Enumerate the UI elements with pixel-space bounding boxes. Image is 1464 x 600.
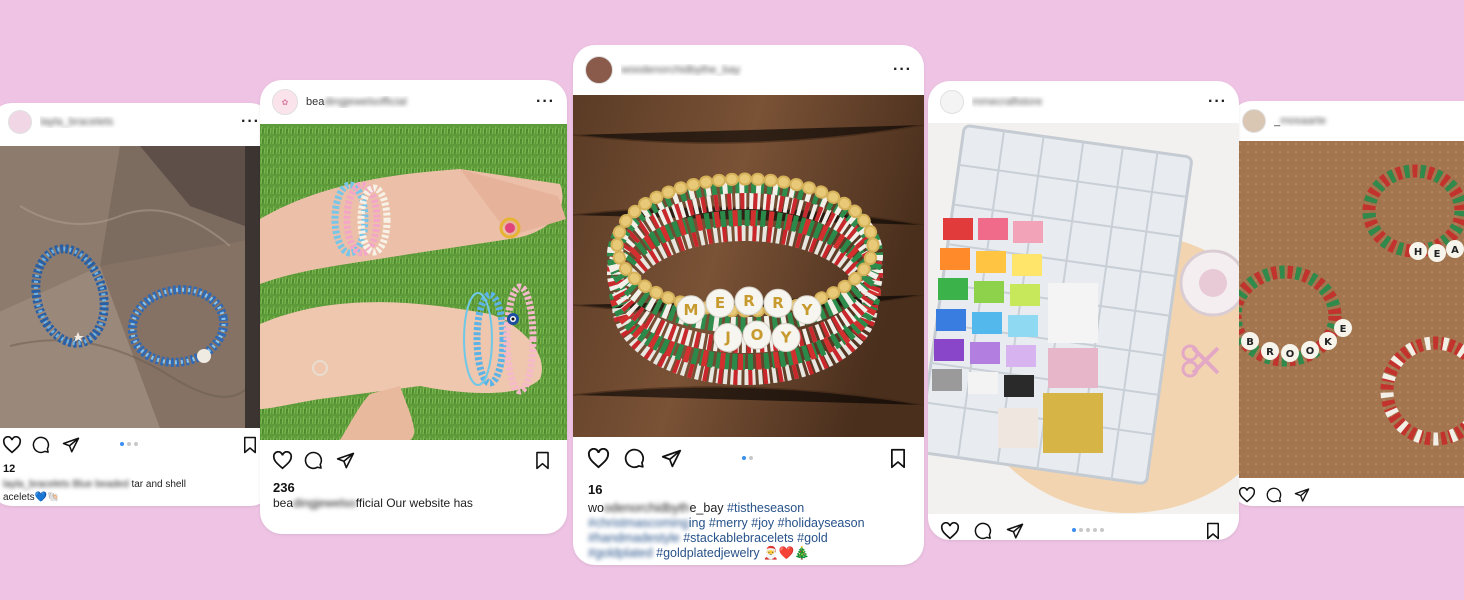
svg-text:O: O — [1306, 346, 1315, 357]
letter-bead: J — [713, 323, 743, 352]
comment-icon[interactable] — [304, 451, 323, 470]
heart-icon[interactable] — [2, 436, 22, 454]
post-card-1: layla_bracelets ··· 12 layla_bracelets B… — [0, 103, 272, 506]
letter-bead: E — [705, 288, 735, 318]
svg-text:E: E — [715, 294, 725, 312]
letter-bead: M — [676, 295, 706, 325]
comment-icon[interactable] — [1266, 487, 1282, 503]
carousel-indicator — [120, 442, 138, 446]
username[interactable]: _mosaarte — [1274, 115, 1464, 127]
letter-bead: R — [734, 286, 764, 316]
svg-text:J: J — [724, 329, 731, 347]
post-card-3: woodenorchidbythe_bay ··· M E R R Y J O … — [573, 45, 924, 565]
post-image[interactable] — [928, 123, 1239, 514]
post-actions — [573, 448, 924, 476]
post-header: mmecraftstore ··· — [928, 81, 1239, 123]
svg-text:E: E — [1434, 249, 1441, 260]
heart-icon[interactable] — [940, 522, 960, 540]
svg-text:O: O — [751, 326, 764, 344]
letter-bead: Y — [792, 295, 822, 325]
avatar[interactable]: ✿ — [272, 89, 298, 115]
post-actions — [928, 522, 1239, 540]
carousel-indicator — [1072, 528, 1104, 532]
post-header: layla_bracelets ··· — [0, 103, 272, 141]
post-image[interactable] — [0, 146, 272, 428]
share-icon[interactable] — [336, 451, 355, 470]
bookmark-icon[interactable] — [242, 436, 258, 454]
comment-icon[interactable] — [624, 448, 645, 469]
more-options-icon[interactable]: ··· — [241, 114, 260, 130]
svg-text:Y: Y — [801, 301, 814, 319]
username[interactable]: layla_bracelets — [40, 116, 241, 128]
post-card-4: mmecraftstore ··· — [928, 81, 1239, 540]
bookmark-icon[interactable] — [889, 448, 907, 469]
post-caption: woodenorchidbythe_bay #tistheseason #chr… — [588, 501, 865, 560]
bookmark-icon[interactable] — [1205, 522, 1221, 540]
more-options-icon[interactable]: ··· — [1208, 94, 1227, 110]
username[interactable]: mmecraftstore — [972, 96, 1208, 108]
avatar[interactable] — [1242, 109, 1266, 133]
post-header: ✿ beadingjewelsofficial ··· — [260, 80, 567, 124]
svg-text:M: M — [684, 301, 699, 319]
share-icon[interactable] — [1006, 522, 1024, 540]
brand-logo-icon: ✿ — [281, 97, 289, 107]
likes-count: 16 — [588, 482, 603, 497]
likes-count: 12 — [3, 463, 16, 475]
letter-bead: Y — [771, 323, 801, 352]
bookmark-icon[interactable] — [534, 451, 551, 470]
post-actions — [1230, 487, 1464, 506]
svg-text:A: A — [1451, 245, 1459, 256]
more-options-icon[interactable]: ··· — [536, 94, 555, 110]
username[interactable]: beadingjewelsofficial — [306, 96, 536, 108]
letter-bead: O — [742, 320, 772, 350]
svg-text:Y: Y — [780, 329, 793, 347]
avatar[interactable] — [940, 90, 964, 114]
post-caption: layla_bracelets Blue beaded tar and shel… — [3, 479, 186, 503]
post-actions — [0, 436, 272, 464]
heart-icon[interactable] — [1238, 487, 1256, 503]
comment-icon[interactable] — [974, 522, 992, 540]
svg-text:H: H — [1414, 247, 1422, 258]
post-image[interactable]: MERRY JOY — [573, 95, 924, 437]
svg-text:R: R — [772, 294, 784, 312]
share-icon[interactable] — [661, 448, 682, 469]
avatar[interactable] — [585, 56, 613, 84]
post-card-2: ✿ beadingjewelsofficial ··· 236 beadingj… — [260, 80, 567, 534]
post-header: woodenorchidbythe_bay ··· — [573, 45, 924, 95]
username[interactable]: woodenorchidbythe_bay — [621, 64, 893, 76]
carousel-indicator — [742, 456, 753, 460]
svg-text:O: O — [1286, 349, 1295, 360]
svg-text:E: E — [1340, 324, 1347, 335]
share-icon[interactable] — [1294, 487, 1310, 503]
svg-text:K: K — [1324, 337, 1333, 348]
heart-icon[interactable] — [272, 451, 293, 470]
post-image[interactable] — [260, 124, 567, 440]
likes-count: 236 — [273, 480, 295, 495]
heart-icon[interactable] — [587, 448, 610, 469]
share-icon[interactable] — [62, 436, 80, 454]
post-header: _mosaarte — [1230, 101, 1464, 141]
letter-bead: R — [763, 288, 793, 318]
svg-text:R: R — [743, 292, 755, 310]
post-actions — [260, 451, 567, 479]
svg-text:R: R — [1266, 347, 1274, 358]
post-image[interactable]: B R O O K E H E A — [1230, 141, 1464, 478]
comment-icon[interactable] — [32, 436, 50, 454]
svg-text:B: B — [1246, 337, 1254, 348]
more-options-icon[interactable]: ··· — [893, 62, 912, 78]
avatar[interactable] — [8, 110, 32, 134]
post-card-5: _mosaarte B R O O K E H E A — [1230, 101, 1464, 506]
post-caption: beadingjewelsofficial Our website has — [273, 496, 473, 510]
